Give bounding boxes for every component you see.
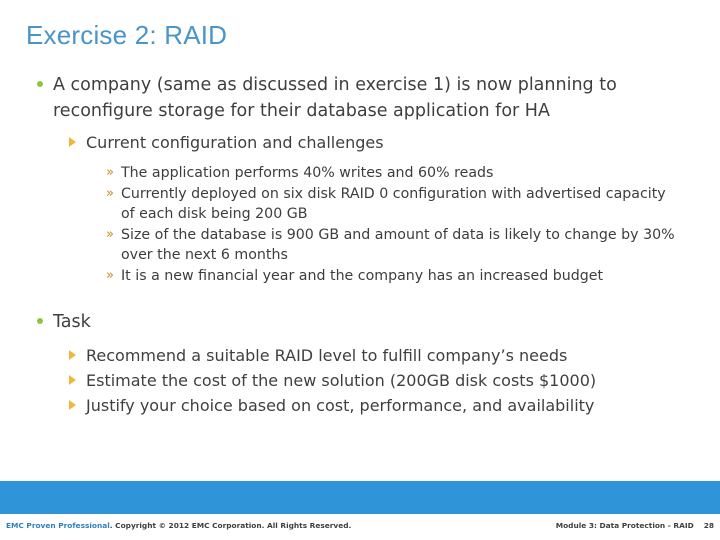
footer-copyright: EMC Proven Professional. Copyright © 201…	[6, 521, 351, 531]
footer-accent-band	[0, 481, 720, 514]
slide-canvas: Exercise 2: RAID A company (same as disc…	[0, 0, 720, 540]
chevron-double-right-icon: »	[106, 165, 114, 180]
chevron-double-right-icon: »	[106, 226, 114, 242]
triangle-right-icon	[69, 399, 76, 410]
bullet-level1-text: Task	[53, 311, 91, 332]
bullet-level3-item: » It is a new financial year and the com…	[0, 266, 720, 287]
footer-brand: EMC Proven Professional	[6, 521, 110, 530]
chevron-double-right-icon: »	[106, 185, 114, 201]
bullet-level1-item: A company (same as discussed in exercise…	[0, 72, 720, 124]
bullet-level2-text: Recommend a suitable RAID level to fulfi…	[86, 345, 568, 365]
page-title: Exercise 2: RAID	[26, 20, 228, 50]
bullet-level2-item: Justify your choice based on cost, perfo…	[0, 393, 720, 418]
bullet-level3-item: » The application performs 40% writes an…	[0, 163, 720, 184]
bullet-level1-text: A company (same as discussed in exercise…	[53, 75, 617, 121]
bullet-level3-text: It is a new financial year and the compa…	[121, 267, 604, 284]
triangle-right-icon	[69, 137, 76, 147]
footer-page-number: 28	[703, 521, 714, 530]
bullet-group-2: Task Recommend a suitable RAID level to …	[0, 309, 720, 418]
bullet-level2-text: Estimate the cost of the new solution (2…	[86, 370, 597, 390]
bullet-level3-text: The application performs 40% writes and …	[121, 165, 494, 181]
bullet-level1-item: Task	[0, 309, 720, 335]
chevron-double-right-icon: »	[106, 267, 114, 283]
bullet-level3-item: » Currently deployed on six disk RAID 0 …	[0, 184, 720, 225]
triangle-right-icon	[69, 374, 76, 385]
bullet-level3-text: Currently deployed on six disk RAID 0 co…	[121, 185, 666, 223]
bullet-dot-icon	[37, 317, 43, 324]
bullet-level2-item: Current configuration and challenges	[0, 130, 720, 155]
bullet-dot-icon	[37, 81, 43, 87]
footer-module-title: Module 3: Data Protection - RAID	[555, 521, 694, 530]
bullet-level3-item: » Size of the database is 900 GB and amo…	[0, 225, 720, 266]
bullet-level2-text: Justify your choice based on cost, perfo…	[86, 395, 595, 415]
bullet-level3-text: Size of the database is 900 GB and amoun…	[121, 226, 675, 264]
footer-copyright-text: . Copyright © 2012 EMC Corporation. All …	[109, 521, 352, 530]
bullet-level2-text: Current configuration and challenges	[86, 133, 384, 152]
footer-module-info: Module 3: Data Protection - RAID 28	[556, 521, 714, 531]
bullet-group-1: A company (same as discussed in exercise…	[0, 72, 720, 287]
bullet-level2-item: Estimate the cost of the new solution (2…	[0, 368, 720, 393]
triangle-right-icon	[69, 349, 76, 360]
bullet-level2-item: Recommend a suitable RAID level to fulfi…	[0, 343, 720, 368]
slide-body: A company (same as discussed in exercise…	[0, 72, 720, 418]
